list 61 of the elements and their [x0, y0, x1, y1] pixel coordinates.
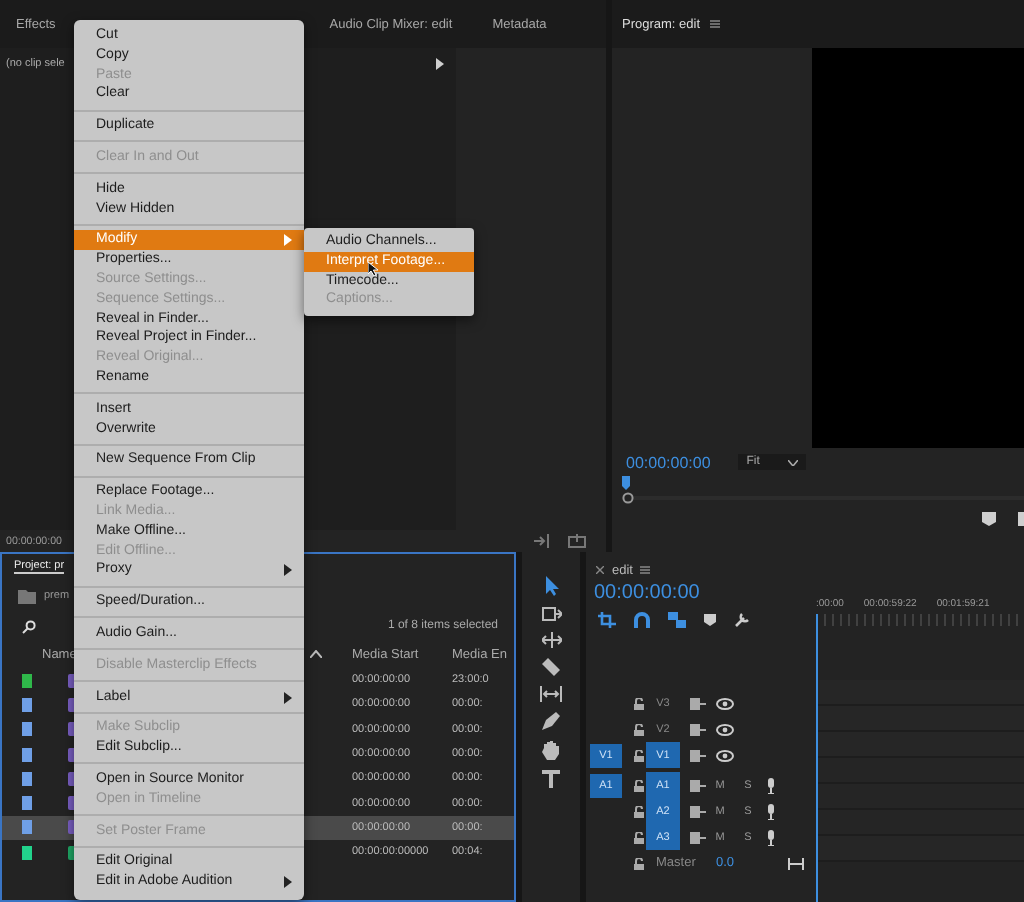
sync-lock-icon[interactable]: [690, 749, 706, 761]
slip-icon[interactable]: [540, 686, 562, 702]
linked-selection-icon[interactable]: [668, 612, 686, 628]
lock-icon[interactable]: [634, 697, 644, 709]
folder-icon: [18, 589, 36, 603]
wrench-icon[interactable]: [734, 612, 750, 628]
pen-icon[interactable]: [542, 712, 560, 730]
nest-icon[interactable]: [598, 612, 616, 628]
submenu-arrow-icon: [284, 234, 292, 247]
label-swatch[interactable]: [22, 845, 32, 860]
insert-icon[interactable]: [534, 534, 552, 548]
playhead-icon[interactable]: [622, 476, 630, 490]
eye-icon[interactable]: [716, 723, 734, 735]
eye-icon[interactable]: [716, 749, 734, 761]
label-swatch[interactable]: [22, 673, 32, 688]
track-select-icon[interactable]: [541, 606, 561, 622]
microphone-icon[interactable]: [766, 777, 776, 793]
expand-arrow-icon[interactable]: [436, 58, 444, 70]
microphone-icon[interactable]: [766, 803, 776, 819]
sort-caret-icon[interactable]: [310, 650, 322, 658]
timecode: 00:00:00:00: [592, 582, 702, 608]
submenu-arrow-icon: [284, 876, 292, 889]
magnet-icon[interactable]: [634, 612, 650, 628]
close-icon[interactable]: [596, 566, 604, 574]
timecode: 00:00:00:00: [626, 453, 711, 471]
hand-icon[interactable]: [542, 740, 560, 760]
sync-lock-icon[interactable]: [690, 805, 706, 817]
lock-icon[interactable]: [634, 805, 644, 817]
caret-icon: [787, 459, 798, 465]
sync-lock-icon[interactable]: [690, 723, 706, 735]
menu-icon[interactable]: [640, 566, 651, 574]
marker-icon[interactable]: [982, 511, 996, 525]
fit-icon[interactable]: [788, 857, 804, 869]
sync-lock-icon[interactable]: [690, 831, 706, 843]
lock-icon[interactable]: [634, 749, 644, 761]
label-swatch[interactable]: [22, 722, 32, 737]
label-swatch[interactable]: [22, 796, 32, 811]
selection-tool-icon[interactable]: [543, 576, 559, 596]
bracket-icon[interactable]: [1018, 511, 1024, 525]
label-swatch[interactable]: [22, 771, 32, 786]
search-icon[interactable]: [22, 619, 36, 633]
label-swatch[interactable]: [22, 820, 32, 835]
ripple-edit-icon[interactable]: [541, 632, 561, 648]
razor-icon[interactable]: [542, 658, 560, 676]
lock-icon[interactable]: [634, 723, 644, 735]
zoom-handle-icon[interactable]: [622, 492, 634, 504]
overwrite-icon[interactable]: [568, 534, 586, 548]
submenu-arrow-icon: [284, 691, 292, 704]
menu-icon[interactable]: [710, 20, 721, 28]
sync-lock-icon[interactable]: [690, 697, 706, 709]
lock-icon[interactable]: [634, 857, 644, 869]
label-swatch[interactable]: [22, 747, 32, 762]
lock-icon[interactable]: [634, 779, 644, 791]
lock-icon[interactable]: [634, 831, 644, 843]
type-tool-icon[interactable]: [542, 770, 560, 788]
sync-lock-icon[interactable]: [690, 779, 706, 791]
marker-icon[interactable]: [704, 614, 716, 626]
submenu-arrow-icon: [284, 564, 292, 577]
label-swatch[interactable]: [22, 697, 32, 712]
eye-icon[interactable]: [716, 697, 734, 709]
microphone-icon[interactable]: [766, 829, 776, 845]
